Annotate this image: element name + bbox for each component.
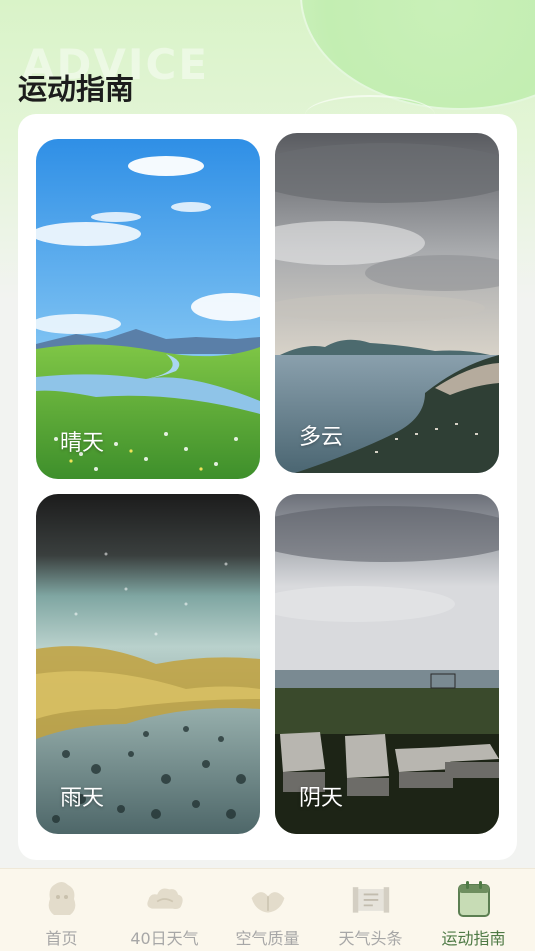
tile-label: 雨天 (60, 786, 105, 811)
tile-label: 晴天 (60, 431, 105, 456)
cloud-icon (145, 879, 185, 919)
tile-rainy[interactable]: 雨天 (36, 494, 260, 834)
tab-sport-guide[interactable]: 运动指南 (424, 869, 524, 951)
tile-cloudy[interactable]: 多云 (275, 133, 499, 473)
tab-label: 运动指南 (441, 929, 506, 948)
calendar-icon (454, 879, 494, 919)
tile-overcast[interactable]: 阴天 (275, 494, 499, 834)
tab-label: 首页 (45, 929, 78, 948)
leaf-icon (248, 879, 288, 919)
page-title: 运动指南 (18, 72, 135, 106)
home-icon (42, 879, 82, 919)
decor-blob (300, 0, 535, 110)
tab-label: 天气头条 (338, 929, 403, 948)
tab-weather-news[interactable]: 天气头条 (321, 869, 421, 951)
tab-air-quality[interactable]: 空气质量 (218, 869, 318, 951)
tile-sunny[interactable]: 晴天 (36, 139, 260, 479)
tab-label: 空气质量 (235, 929, 300, 948)
guide-panel: 晴天 多云 雨天 阴天 (18, 114, 517, 860)
news-icon (351, 879, 391, 919)
bottom-tab-bar: 首页 40日天气 空气质量 天气头条 运动指南 (0, 868, 535, 951)
tab-label: 40日天气 (130, 929, 199, 948)
tile-label: 多云 (299, 425, 344, 450)
tile-label: 阴天 (299, 786, 344, 811)
tab-home[interactable]: 首页 (12, 869, 112, 951)
tab-40-day-weather[interactable]: 40日天气 (115, 869, 215, 951)
